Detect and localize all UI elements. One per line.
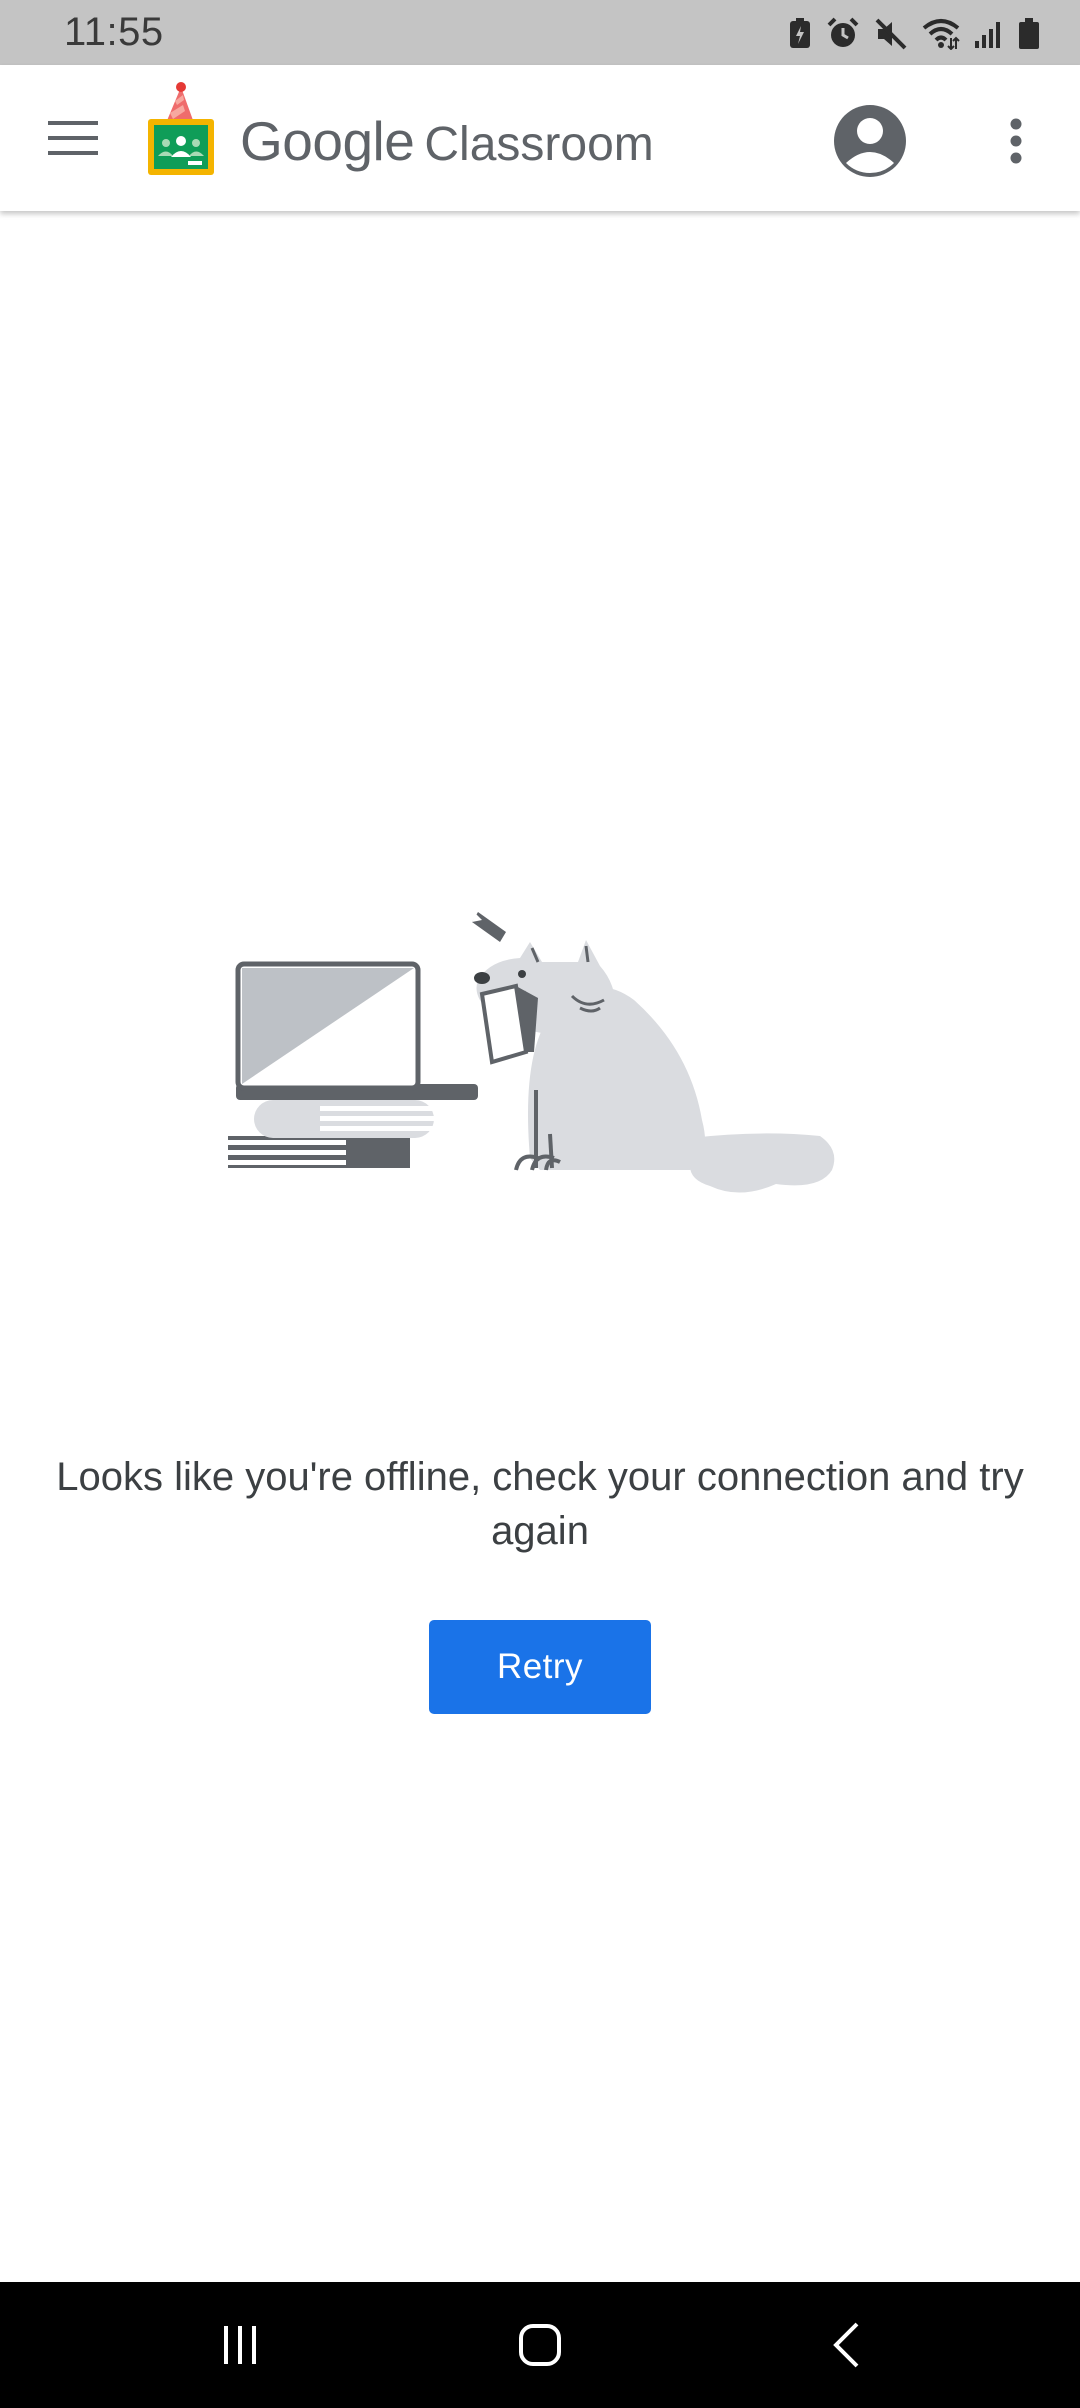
status-time: 11:55: [64, 10, 164, 54]
more-vert-icon: [1010, 118, 1022, 164]
recent-apps-icon: [224, 2326, 256, 2364]
app-title: Google Classroom: [240, 109, 654, 175]
home-icon: [519, 2324, 561, 2366]
mute-icon: [874, 17, 908, 51]
offline-illustration: [220, 900, 860, 1220]
recent-apps-button[interactable]: [200, 2305, 280, 2385]
back-button[interactable]: [806, 2305, 886, 2385]
brand-classroom: Classroom: [424, 118, 654, 171]
screen: 11:55 Google Classroom Looks like you're…: [0, 0, 1080, 2408]
status-bar: 11:55: [0, 0, 1080, 65]
brand-google: Google: [240, 110, 415, 172]
home-button[interactable]: [500, 2305, 580, 2385]
back-icon: [833, 2322, 859, 2368]
menu-icon: [48, 121, 98, 155]
account-circle-icon: [834, 105, 906, 177]
status-icons: [788, 14, 1040, 54]
menu-button[interactable]: [28, 98, 118, 178]
account-button[interactable]: [830, 101, 910, 181]
alarm-icon: [826, 17, 860, 51]
more-options-button[interactable]: [990, 101, 1042, 181]
system-nav-bar: [0, 2282, 1080, 2408]
retry-button[interactable]: Retry: [429, 1620, 651, 1714]
offline-message: Looks like you're offline, check your co…: [56, 1455, 1024, 1553]
app-bar: Google Classroom: [0, 65, 1080, 211]
classroom-logo: [146, 79, 216, 187]
signal-icon: [974, 19, 1004, 49]
battery-icon: [1018, 18, 1040, 50]
wifi-icon: [922, 18, 960, 50]
battery-saver-icon: [788, 18, 812, 50]
